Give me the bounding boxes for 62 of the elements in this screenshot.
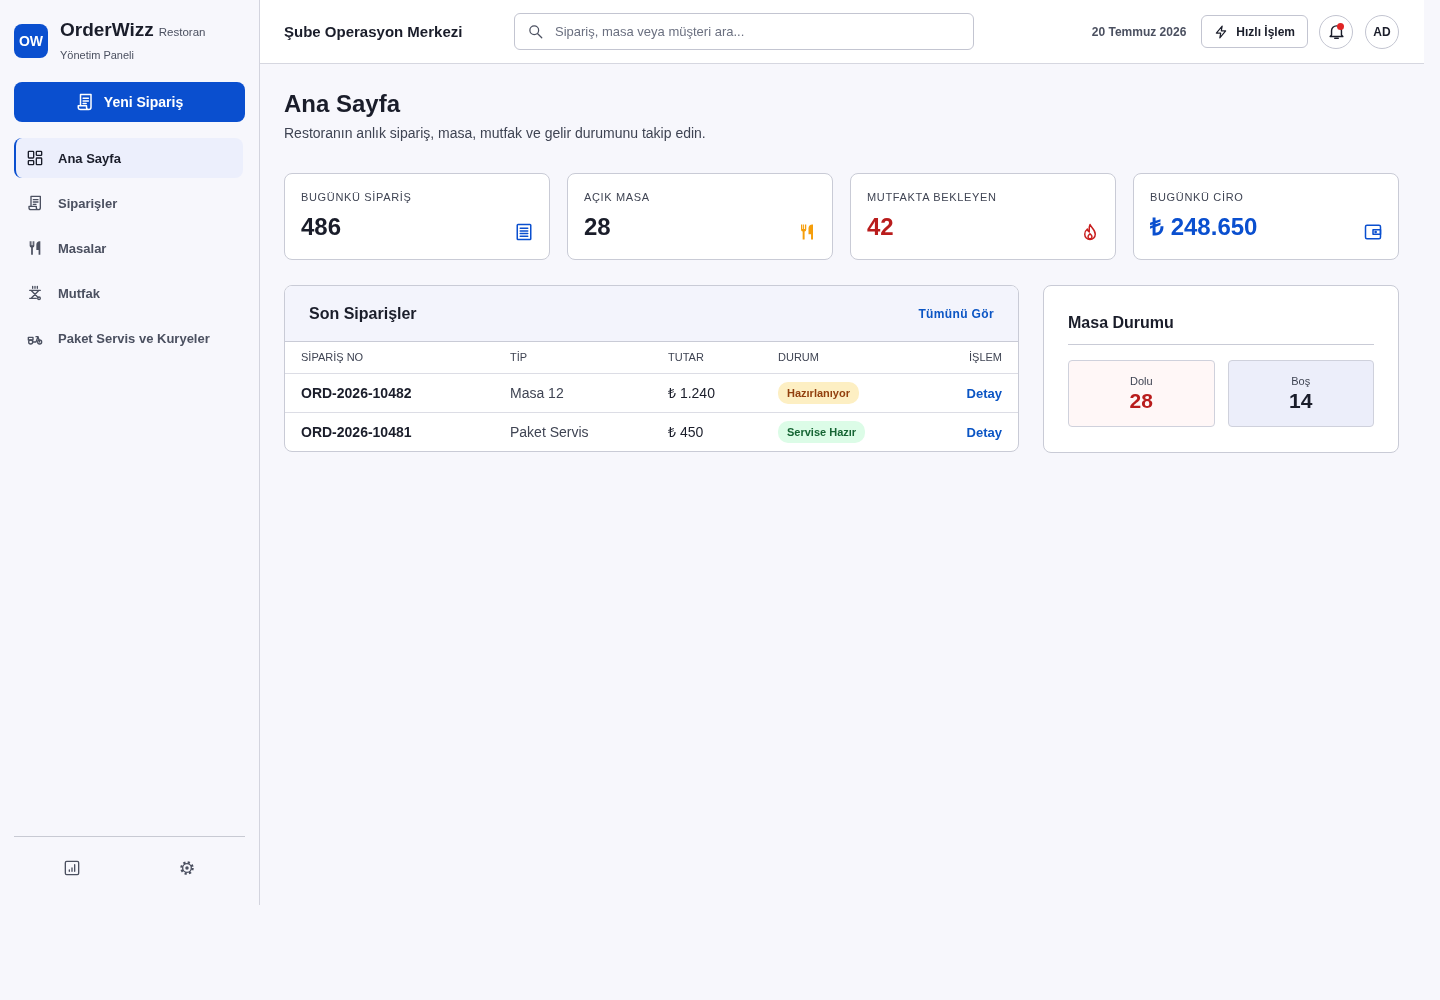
column-header: SİPARİŞ NO <box>285 342 494 373</box>
fire-icon <box>1081 223 1099 241</box>
card-title: Son Siparişler <box>309 304 417 323</box>
wallet-icon <box>1364 223 1382 241</box>
stat-label: AÇIK MASA <box>584 190 650 204</box>
tile-value: 28 <box>1129 389 1153 413</box>
status-badge: Servise Hazır <box>778 420 866 443</box>
grill-icon <box>27 285 43 301</box>
stat-label: BUGÜNKÜ CİRO <box>1150 190 1245 204</box>
nav-item[interactable]: Mutfak <box>14 273 243 313</box>
table-cell: ₺ 450 <box>652 412 762 451</box>
stat-label: MUTFAKTA BEKLEYEN <box>867 190 997 204</box>
settings-icon[interactable] <box>179 860 196 876</box>
page-subtitle: Restoranın anlık sipariş, masa, mutfak ve gelir durumunu takip edin. <box>284 124 707 142</box>
tile-value: 14 <box>1289 389 1313 413</box>
logo: OW <box>14 23 48 58</box>
chart-icon[interactable] <box>63 860 80 876</box>
receipt-icon <box>27 195 43 211</box>
page-title: Ana Sayfa <box>284 90 402 118</box>
nav-item[interactable]: Masalar <box>14 228 243 268</box>
nav-item[interactable]: Paket Servis ve Kuryeler <box>14 318 243 358</box>
tile-label: Boş <box>1291 374 1311 388</box>
date-label: 20 Temmuz 2026 <box>1091 24 1187 39</box>
detail-link[interactable]: Detay <box>966 385 1002 401</box>
tile-label: Dolu <box>1129 374 1153 388</box>
card-title: Masa Durumu <box>1068 313 1374 345</box>
quick-action-button[interactable]: Hızlı İşlem <box>1201 15 1308 48</box>
column-header: TİP <box>494 342 652 373</box>
brand-tag: Restoran <box>158 26 206 38</box>
status-badge: Hazırlanıyor <box>778 381 859 404</box>
table-cell: Masa 12 <box>494 373 652 412</box>
table-cell: ORD-2026-10482 <box>285 373 494 412</box>
cutlery-icon <box>798 223 816 241</box>
stat-value: 486 <box>301 212 343 242</box>
new-order-button[interactable]: Yeni Sipariş <box>14 82 245 122</box>
bell-icon <box>1327 23 1345 40</box>
nav-item[interactable]: Ana Sayfa <box>14 138 243 178</box>
column-header: İŞLEM <box>918 342 1018 373</box>
receipt-icon <box>75 93 94 111</box>
table-cell: ORD-2026-10481 <box>285 412 494 451</box>
avatar-button[interactable]: AD <box>1365 14 1399 49</box>
view-all-link[interactable]: Tümünü Gör <box>918 306 994 321</box>
brand-name: OrderWizz <box>60 18 154 42</box>
notifications-button[interactable] <box>1319 14 1353 49</box>
search-icon <box>528 24 543 39</box>
grid-icon <box>27 150 43 166</box>
list-icon <box>515 223 533 241</box>
brand-subtitle: Yönetim Paneli <box>60 48 135 63</box>
nav-item[interactable]: Siparişler <box>14 183 243 223</box>
column-header: DURUM <box>762 342 918 373</box>
table-cell: Paket Servis <box>494 412 652 451</box>
search-field[interactable]: Sipariş, masa veya müşteri ara... <box>514 13 974 50</box>
detail-link[interactable]: Detay <box>966 424 1002 440</box>
header-title: Şube Operasyon Merkezi <box>284 23 464 40</box>
stat-value: 28 <box>584 212 612 242</box>
lightning-icon <box>1214 24 1229 39</box>
table-cell: ₺ 1.240 <box>652 373 762 412</box>
stat-value: ₺ 248.650 <box>1150 212 1258 242</box>
stat-label: BUGÜNKÜ SİPARİŞ <box>301 190 412 204</box>
stat-value: 42 <box>867 212 895 242</box>
cutlery-icon <box>27 240 43 256</box>
column-header: TUTAR <box>652 342 762 373</box>
